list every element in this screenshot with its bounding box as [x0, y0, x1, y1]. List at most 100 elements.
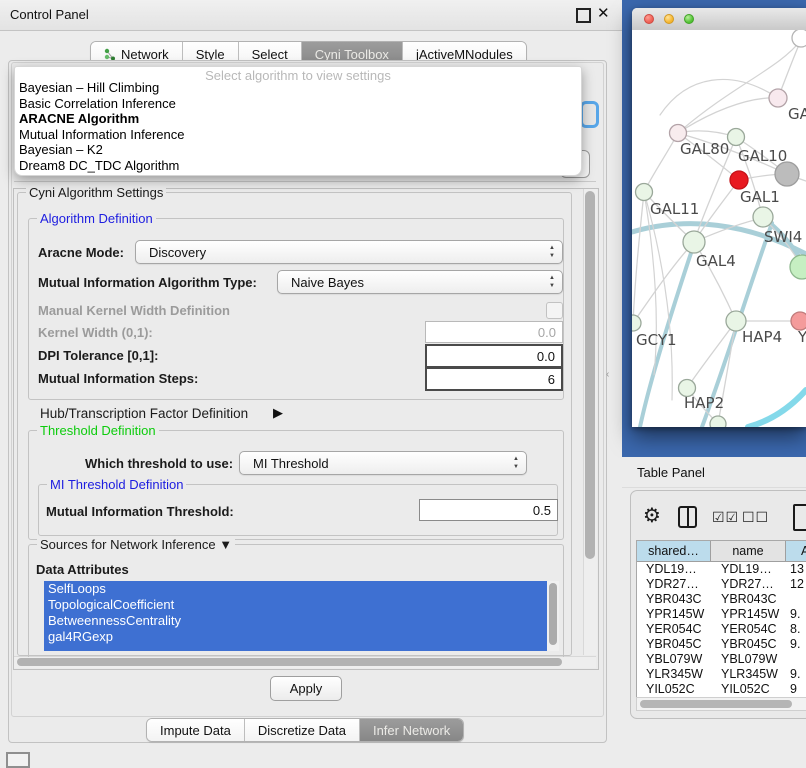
cyni-mode-tab-bar: Impute DataDiscretize DataInfer Network [146, 718, 464, 742]
deselect-all-checkboxes-icon[interactable]: ☐☐ [742, 509, 769, 526]
table-cell: YBR045C [637, 637, 711, 652]
combo-arrows-icon: ▲▼ [549, 274, 555, 290]
scrollbar-thumb[interactable] [640, 700, 792, 708]
table-cell: 12 [786, 577, 806, 592]
data-attributes-list[interactable]: SelfLoopsTopologicalCoefficientBetweenne… [44, 581, 547, 651]
kernel-width-label: Kernel Width (0,1): [38, 325, 153, 340]
scrollbar-thumb[interactable] [549, 583, 557, 645]
zoom-window-icon[interactable] [684, 14, 694, 24]
table-row[interactable]: YIL052CYIL052C9 [637, 682, 806, 694]
control-panel-titlebar: Control Panel ✕ [0, 0, 622, 31]
network-window-titlebar[interactable] [632, 8, 806, 31]
table-horizontal-scrollbar[interactable] [636, 697, 806, 711]
close-window-icon[interactable] [644, 14, 654, 24]
data-attribute-item[interactable]: gal4RGexp [44, 629, 547, 645]
settings-horizontal-scrollbar[interactable] [14, 656, 596, 668]
node-label: GAL80 [680, 140, 729, 158]
network-node[interactable] [790, 255, 806, 279]
table-cell [786, 652, 806, 667]
data-attribute-item[interactable]: BetweennessCentrality [44, 613, 547, 629]
node-label: GAL10 [738, 147, 787, 165]
table-cell: YIL052C [711, 682, 786, 694]
data-attribute-item[interactable]: SelfLoops [44, 581, 547, 597]
splitter-handle[interactable]: ‹ [606, 369, 609, 380]
node-attribute-table: shared…nameA YDL19…YDL19…13YDR27…YDR27…1… [636, 540, 806, 699]
table-row[interactable]: YBL079WYBL079W [637, 652, 806, 667]
network-node[interactable] [710, 416, 726, 427]
network-edge [660, 79, 778, 115]
network-node-gal10[interactable] [728, 129, 745, 146]
table-row[interactable]: YER054CYER054C8. [637, 622, 806, 637]
attributes-scrollbar[interactable] [547, 581, 559, 651]
network-node-gal[interactable] [769, 89, 787, 107]
table-row[interactable]: YLR345WYLR345W9. [637, 667, 806, 682]
network-canvas[interactable]: GALGAL80GAL10GAL1GAL11SWI4GAL4GCY1HAP4YH… [632, 30, 806, 427]
column-header[interactable]: name [711, 541, 786, 562]
algorithm-option[interactable]: Dream8 DC_TDC Algorithm [15, 158, 581, 174]
table-cell: YBR043C [711, 592, 786, 607]
tab-discretize-data[interactable]: Discretize Data [245, 719, 360, 741]
column-layout-icon[interactable] [678, 506, 697, 528]
column-header[interactable]: shared… [637, 541, 711, 562]
algorithm-option[interactable]: Bayesian – K2 [15, 142, 581, 158]
algorithm-dropdown-popup: Select algorithm to view settings Bayesi… [14, 66, 582, 176]
table-cell: 9. [786, 667, 806, 682]
gear-icon[interactable]: ⚙ [643, 503, 661, 528]
scrollbar-thumb[interactable] [17, 658, 562, 666]
collapse-icon[interactable]: ▼ [219, 537, 232, 552]
which-threshold-select[interactable]: MI Threshold ▲▼ [239, 451, 527, 475]
close-panel-icon[interactable]: ✕ [597, 5, 610, 23]
network-node[interactable] [792, 30, 806, 47]
node-label: GAL1 [740, 188, 780, 206]
mi-algorithm-type-select[interactable]: Naive Bayes ▲▼ [277, 270, 563, 294]
network-node-swi4[interactable] [753, 207, 773, 227]
tab-infer-network[interactable]: Infer Network [360, 719, 463, 741]
network-node-gcy1[interactable] [632, 315, 641, 331]
network-node-gal80[interactable] [670, 125, 687, 142]
mi-steps-input[interactable]: 6 [425, 367, 563, 391]
node-label: GCY1 [636, 331, 677, 349]
table-row[interactable]: YBR043CYBR043C [637, 592, 806, 607]
table-cell: YBL079W [711, 652, 786, 667]
minimized-panel-icon[interactable] [6, 752, 30, 768]
node-label: GAL4 [696, 252, 736, 270]
network-node-gal1[interactable] [730, 171, 748, 189]
manual-kernel-width-checkbox[interactable] [546, 302, 563, 319]
panel-title: Control Panel [10, 7, 89, 22]
table-row[interactable]: YDR27…YDR27…12 [637, 577, 806, 592]
new-table-icon[interactable] [793, 504, 806, 531]
float-panel-icon[interactable] [576, 8, 591, 23]
network-view-window[interactable]: GALGAL80GAL10GAL1GAL11SWI4GAL4GCY1HAP4YH… [632, 8, 806, 427]
algorithm-option[interactable]: ARACNE Algorithm [15, 111, 581, 127]
expand-icon[interactable]: ▶ [273, 405, 283, 421]
algorithm-option[interactable]: Mutual Information Inference [15, 127, 581, 143]
table-row[interactable]: YDL19…YDL19…13 [637, 562, 806, 577]
table-header-row: shared…nameA [637, 541, 806, 562]
select-all-checkboxes-icon[interactable]: ☑☑ [712, 509, 739, 526]
kernel-width-input[interactable]: 0.0 [425, 321, 563, 343]
network-node[interactable] [775, 162, 799, 186]
table-cell: 9 [786, 682, 806, 694]
table-row[interactable]: YBR045CYBR045C9. [637, 637, 806, 652]
minimize-window-icon[interactable] [664, 14, 674, 24]
tab-impute-data[interactable]: Impute Data [147, 719, 245, 741]
table-row[interactable]: YPR145WYPR145W9. [637, 607, 806, 622]
apply-button[interactable]: Apply [270, 676, 342, 701]
combo-arrows-icon: ▲▼ [549, 244, 555, 260]
table-cell: 9. [786, 607, 806, 622]
aracne-mode-select[interactable]: Discovery ▲▼ [135, 240, 563, 264]
mi-algorithm-type-value: Naive Bayes [291, 275, 364, 290]
algorithm-option[interactable]: Bayesian – Hill Climbing [15, 80, 581, 96]
table-cell: YBR043C [637, 592, 711, 607]
dpi-tolerance-input[interactable]: 0.0 [425, 344, 563, 368]
network-node-gal4[interactable] [683, 231, 705, 253]
data-attribute-item[interactable]: TopologicalCoefficient [44, 597, 547, 613]
scrollbar-thumb[interactable] [585, 191, 595, 559]
algorithm-option[interactable]: Basic Correlation Inference [15, 96, 581, 112]
mi-threshold-input[interactable]: 0.5 [419, 499, 558, 521]
table-cell: 13 [786, 562, 806, 577]
settings-vertical-scrollbar[interactable] [583, 189, 597, 655]
panel-title: Table Panel [637, 465, 705, 480]
network-node-gal11[interactable] [636, 184, 653, 201]
column-header[interactable]: A [786, 541, 806, 562]
